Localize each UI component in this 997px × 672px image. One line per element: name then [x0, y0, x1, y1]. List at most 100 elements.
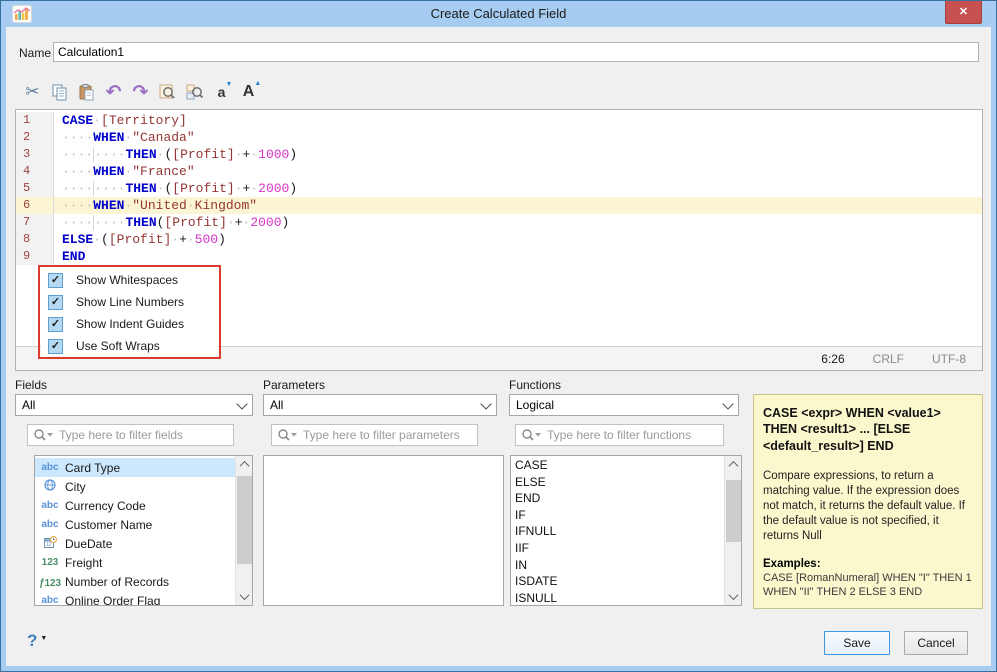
checkbox-checked-icon[interactable]: ✓	[48, 338, 63, 354]
examples-label: Examples:	[763, 557, 821, 570]
menu-item-show-line-numbers[interactable]: ✓ Show Line Numbers	[41, 291, 218, 313]
fields-list: abc Card Type City abc Currency Code abc Custo…	[35, 456, 235, 605]
code-token: THEN	[125, 215, 157, 230]
function-example: CASE [RomanNumeral] WHEN "I" THEN 1 WHEN…	[763, 571, 972, 599]
title-bar[interactable]: Create Calculated Field ✕	[1, 1, 996, 27]
code-text: ········THEN([Profit]·+·2000)	[54, 214, 289, 231]
code-line[interactable]: 8 ELSE·([Profit]·+·500)	[16, 231, 982, 248]
code-token: 2000	[258, 181, 290, 196]
parameters-type-dropdown[interactable]: All	[263, 394, 497, 416]
function-item-else[interactable]: ELSE	[511, 474, 724, 491]
functions-scrollbar[interactable]	[724, 456, 741, 605]
fields-scrollbar[interactable]	[235, 456, 252, 605]
code-line[interactable]: 7 ········THEN([Profit]·+·2000)	[16, 214, 982, 231]
code-token: 2000	[250, 215, 282, 230]
menu-item-show-whitespaces[interactable]: ✓ Show Whitespaces	[41, 269, 218, 291]
parameters-listbox[interactable]	[263, 455, 504, 606]
help-button[interactable]: ? ▼	[27, 631, 57, 653]
encoding-indicator[interactable]: UTF-8	[932, 352, 966, 366]
code-line[interactable]: 5 ········THEN·([Profit]·+·2000)	[16, 180, 982, 197]
find-replace-icon[interactable]	[183, 80, 206, 104]
code-token: WHEN	[93, 164, 125, 179]
code-token: ·	[186, 232, 195, 247]
cursor-position: 6:26	[821, 351, 845, 366]
scroll-up-icon[interactable]	[725, 456, 741, 473]
checkbox-checked-icon[interactable]: ✓	[48, 316, 63, 332]
field-item-city[interactable]: City	[35, 477, 235, 496]
undo-icon[interactable]: ↶	[102, 80, 125, 104]
cut-icon[interactable]: ✂	[21, 80, 44, 104]
field-item-online-order-flag[interactable]: abc Online Order Flag	[35, 591, 235, 606]
function-item-isdate[interactable]: ISDATE	[511, 573, 724, 590]
parameters-filter-box	[271, 424, 478, 446]
field-item-currency-code[interactable]: abc Currency Code	[35, 496, 235, 515]
field-item-customer-name[interactable]: abc Customer Name	[35, 515, 235, 534]
menu-item-label: Use Soft Wraps	[76, 339, 160, 353]
code-line[interactable]: 4 ····WHEN·"France"	[16, 163, 982, 180]
close-button[interactable]: ✕	[945, 1, 982, 24]
scroll-up-icon[interactable]	[236, 456, 252, 473]
code-token: +	[234, 215, 243, 230]
code-line[interactable]: 2 ····WHEN·"Canada"	[16, 129, 982, 146]
line-number: 5	[16, 180, 54, 197]
field-item-freight[interactable]: 123 Freight	[35, 553, 235, 572]
menu-item-show-indent-guides[interactable]: ✓ Show Indent Guides	[41, 313, 218, 335]
font-increase-icon[interactable]: A ▲	[237, 80, 262, 104]
name-input[interactable]	[53, 42, 979, 62]
function-item-iif[interactable]: IIF	[511, 540, 724, 557]
function-item-isnull[interactable]: ISNULL	[511, 590, 724, 605]
field-item-duedate[interactable]: 12 DueDate	[35, 534, 235, 553]
scrollbar-thumb[interactable]	[237, 476, 252, 564]
code-token: ELSE	[62, 232, 94, 247]
code-token: "France"	[132, 164, 195, 179]
scrollbar-thumb[interactable]	[726, 480, 741, 542]
window-title: Create Calculated Field	[430, 6, 567, 21]
code-token: (	[101, 232, 109, 247]
field-item-label: Number of Records	[65, 574, 170, 589]
abc-icon: abc	[41, 595, 59, 606]
redo-icon[interactable]: ↷	[129, 80, 152, 104]
save-button[interactable]: Save	[824, 631, 890, 655]
code-token: [Territory]	[101, 113, 187, 128]
code-token: ·	[186, 198, 195, 213]
line-number: 6	[16, 197, 54, 214]
datetime-icon: 12	[35, 535, 65, 552]
fields-type-dropdown[interactable]: All	[15, 394, 253, 416]
function-item-end[interactable]: END	[511, 490, 724, 507]
code-token: ·	[171, 232, 180, 247]
fields-filter-input[interactable]	[57, 425, 233, 445]
checkbox-checked-icon[interactable]: ✓	[48, 294, 63, 310]
function-item-if[interactable]: IF	[511, 507, 724, 524]
find-icon[interactable]	[156, 80, 179, 104]
cancel-button[interactable]: Cancel	[904, 631, 968, 655]
scroll-down-icon[interactable]	[236, 588, 252, 605]
code-token: [Profit]	[164, 215, 227, 230]
menu-item-use-soft-wraps[interactable]: ✓ Use Soft Wraps	[41, 335, 218, 357]
parameters-dropdown-value: All	[270, 398, 284, 412]
field-item-card-type[interactable]: abc Card Type	[35, 458, 235, 477]
code-text: ····WHEN·"Canada"	[54, 129, 195, 146]
parameters-filter-input[interactable]	[301, 425, 477, 445]
field-item-label: Online Order Flag	[65, 593, 161, 606]
code-line-current[interactable]: 6 ····WHEN·"United·Kingdom"	[16, 197, 982, 214]
code-line[interactable]: 3 ········THEN·([Profit]·+·1000)	[16, 146, 982, 163]
code-line[interactable]: 9 END	[16, 248, 982, 265]
font-decrease-icon[interactable]: a ▼	[210, 80, 233, 104]
code-token: WHEN	[93, 198, 125, 213]
code-token: END	[62, 249, 86, 264]
scroll-down-icon[interactable]	[725, 588, 741, 605]
copy-icon[interactable]	[48, 80, 71, 104]
number-icon: 123	[41, 557, 59, 568]
line-ending-indicator[interactable]: CRLF	[873, 352, 904, 366]
name-label: Name	[19, 46, 52, 60]
functions-category-dropdown[interactable]: Logical	[509, 394, 739, 416]
functions-list: CASE ELSE END IF IFNULL IIF IN ISDATE ISNULL	[511, 456, 724, 605]
function-item-in[interactable]: IN	[511, 557, 724, 574]
function-item-case[interactable]: CASE	[511, 457, 724, 474]
field-item-number-of-records[interactable]: ƒ123 Number of Records	[35, 572, 235, 591]
paste-icon[interactable]	[75, 80, 98, 104]
function-item-ifnull[interactable]: IFNULL	[511, 523, 724, 540]
checkbox-checked-icon[interactable]: ✓	[48, 272, 63, 288]
code-line[interactable]: 1 CASE·[Territory]	[16, 112, 982, 129]
functions-filter-input[interactable]	[545, 425, 723, 445]
